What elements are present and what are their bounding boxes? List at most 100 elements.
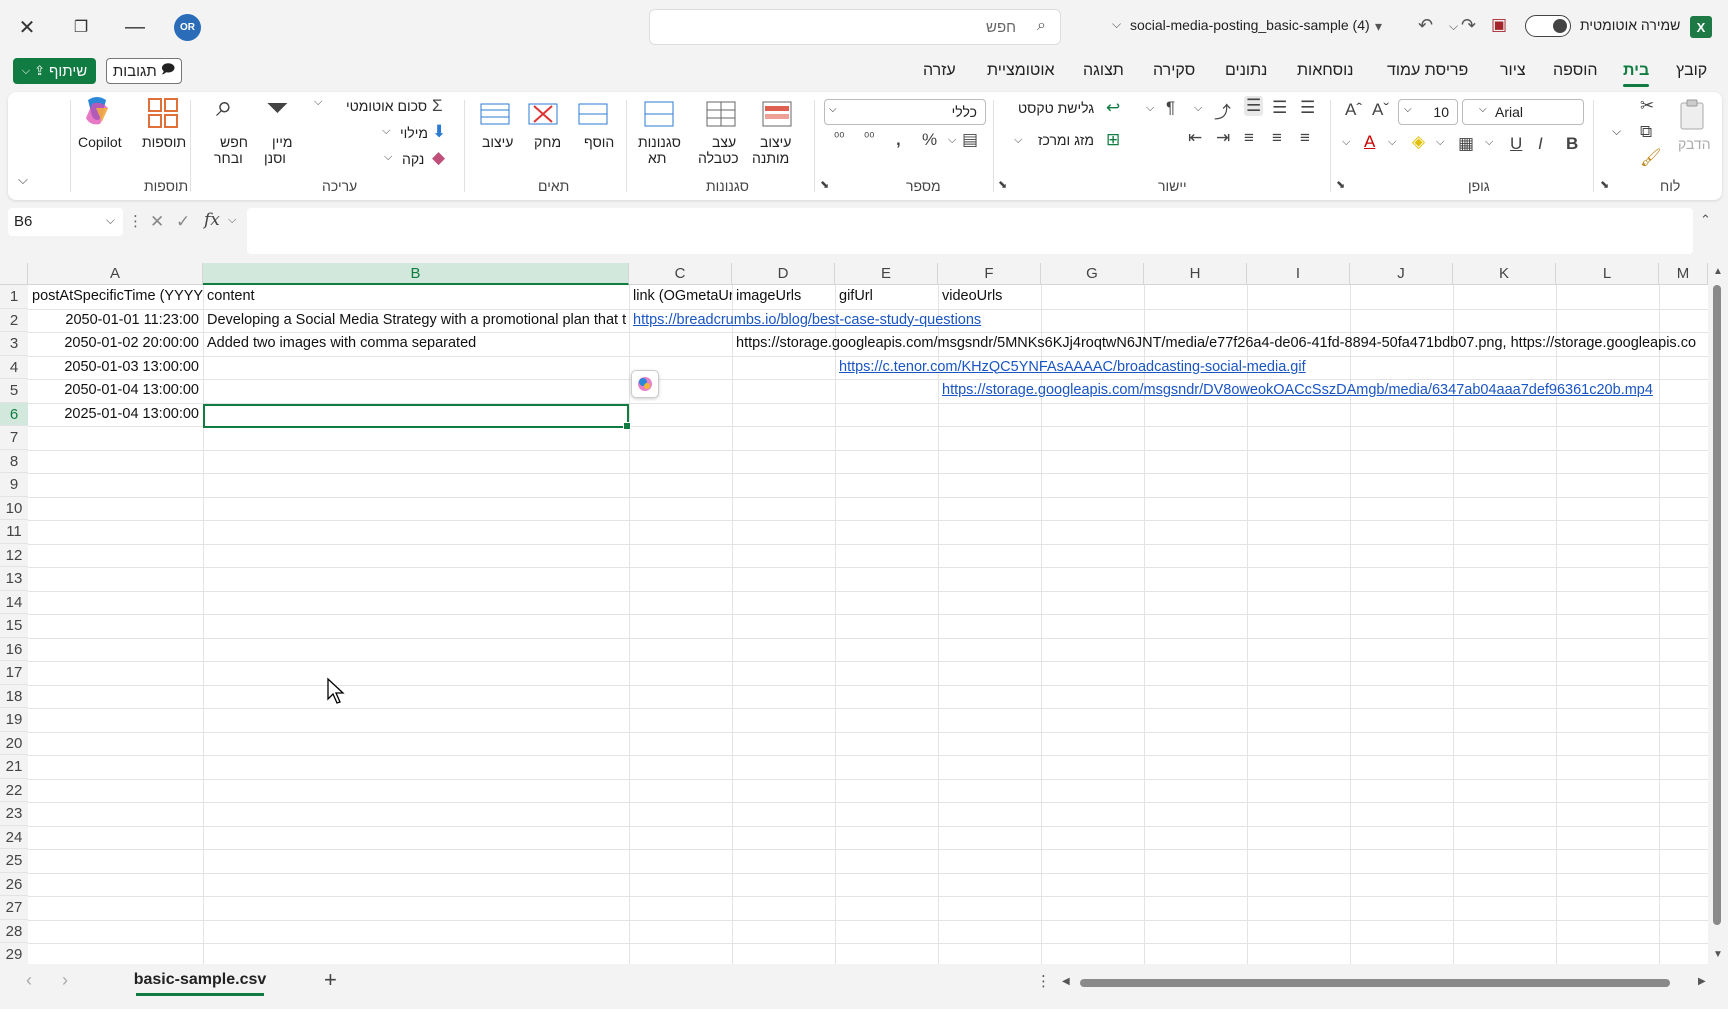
align-right-icon[interactable]: ≡ [1300,128,1310,148]
undo-icon[interactable]: ↶ [1418,15,1433,36]
number-format-select[interactable]: ⌵ כללי [824,99,986,125]
cell-c1[interactable]: link (OGmetaUr [629,285,732,308]
row-header[interactable]: 10 [0,496,28,520]
tab-file[interactable]: קובץ [1676,62,1707,80]
copy-icon[interactable]: ⧉ [1640,122,1652,142]
column-header[interactable]: I [1247,263,1350,285]
dialog-launcher-icon[interactable]: ⬊ [1336,178,1345,191]
column-header[interactable]: D [732,263,835,285]
horizontal-scroll-thumb[interactable] [1080,979,1670,987]
wrap-text-icon[interactable]: ↩ [1106,98,1120,118]
scroll-left-icon[interactable]: ◀ [1062,976,1070,987]
tab-data[interactable]: נתונים [1225,62,1267,80]
percent-icon[interactable]: % [922,130,937,150]
search-input[interactable]: חפש ⌕ [649,9,1061,45]
insert-function-icon[interactable]: fx [204,210,220,230]
accounting-format-icon[interactable]: ▤ [962,130,978,150]
chevron-down-icon[interactable]: ⌵ [948,134,956,147]
tab-draw[interactable]: ציור [1500,62,1526,80]
font-size-select[interactable]: ⌵ 10 [1398,99,1458,125]
minimize-icon[interactable]: — [118,10,152,44]
column-header[interactable]: C [629,263,732,285]
fill-label[interactable]: מילוי [400,125,428,142]
tab-formulas[interactable]: נוסחאות [1297,62,1354,80]
cell-b2[interactable]: Developing a Social Media Strategy with … [203,309,629,332]
autosum-label[interactable]: סכום אוטומטי [346,98,427,115]
column-header[interactable]: G [1041,263,1144,285]
chevron-down-icon[interactable]: ⌵ [1436,136,1444,149]
share-button[interactable]: ⌵ ⇪ שיתוף [13,58,96,84]
customize-qat-icon[interactable]: ▾ [1375,18,1382,35]
active-cell-border[interactable] [203,404,631,430]
row-header[interactable]: 18 [0,684,28,708]
row-header[interactable]: 7 [0,426,28,450]
align-bottom-icon[interactable]: ☰ [1244,96,1264,116]
row-header[interactable]: 22 [0,778,28,802]
tab-page-layout[interactable]: פריסת עמוד [1387,62,1468,80]
dialog-launcher-icon[interactable]: ⬊ [998,178,1007,191]
row-header[interactable]: 28 [0,919,28,943]
wrap-text-label[interactable]: גלישת טקסט [1018,100,1094,117]
vertical-scroll-thumb[interactable] [1713,285,1721,925]
decrease-decimal-icon[interactable]: ⁰⁰ [834,130,844,146]
cell-a1[interactable]: postAtSpecificTime (YYYY [28,285,203,308]
font-color-icon[interactable]: A [1364,132,1375,152]
row-header[interactable]: 11 [0,520,28,544]
cell-a5[interactable]: 2050-01-04 13:00:00 [28,379,203,402]
clear-icon[interactable]: ◆ [432,148,445,168]
chevron-down-icon[interactable]: ⌵ [1014,134,1022,147]
format-painter-icon[interactable]: 🖌 [1640,148,1662,168]
row-header[interactable]: 9 [0,473,28,497]
row-header[interactable]: 24 [0,825,28,849]
cell-e1[interactable]: gifUrl [835,285,938,308]
sheet-tab[interactable]: basic-sample.csv [124,964,276,998]
column-header[interactable]: A [28,263,203,285]
next-sheet-icon[interactable]: › [62,970,68,991]
text-direction-icon[interactable]: ¶ [1166,98,1175,118]
copilot-float-button[interactable] [631,370,659,398]
column-header[interactable]: H [1144,263,1247,285]
more-options-icon[interactable]: ⋮ [1036,972,1051,990]
undo-dropdown-icon[interactable]: ⌵ [1449,19,1458,34]
file-title[interactable]: social-media-posting_basic-sample (4) [1130,17,1370,33]
underline-icon[interactable]: U [1510,134,1522,154]
cell-a2[interactable]: 2050-01-01 11:23:00 [28,309,203,332]
row-header[interactable]: 14 [0,590,28,614]
row-header[interactable]: 27 [0,896,28,920]
row-header[interactable]: 20 [0,731,28,755]
cell-b1[interactable]: content [203,285,629,308]
cell-a3[interactable]: 2050-01-02 20:00:00 [28,332,203,355]
autosave-toggle[interactable] [1525,15,1571,37]
tab-insert[interactable]: הוספה [1553,62,1598,80]
column-header[interactable]: M [1659,263,1708,285]
cell-c2[interactable]: https://breadcrumbs.io/blog/best-case-st… [629,309,1708,332]
row-header[interactable]: 2 [0,308,28,332]
column-header[interactable]: L [1556,263,1659,285]
copilot-icon[interactable] [80,94,114,128]
row-header[interactable]: 1 [0,285,28,309]
align-middle-icon[interactable]: ☰ [1272,98,1287,118]
column-header[interactable]: B [203,263,629,285]
font-name-select[interactable]: ⌵ Arial [1462,99,1584,125]
column-header[interactable]: K [1453,263,1556,285]
autosum-icon[interactable]: Σ [432,96,443,116]
paste-icon[interactable] [1676,98,1710,132]
row-header[interactable]: 29 [0,943,28,964]
chevron-down-icon[interactable]: ⌵ [314,96,322,109]
row-header[interactable]: 8 [0,449,28,473]
row-header[interactable]: 3 [0,332,28,356]
chevron-down-icon[interactable]: ⌵ [1112,17,1121,32]
cut-icon[interactable]: ✂ [1640,96,1654,116]
enter-icon[interactable]: ✓ [176,212,190,232]
comments-button[interactable]: תגובות 🗩 [106,58,182,84]
fill-icon[interactable]: ⬇ [432,122,446,142]
tab-help[interactable]: עזרה [923,62,956,80]
find-icon[interactable]: ⌕ [216,90,233,124]
increase-indent-icon[interactable]: ⇥ [1216,128,1230,148]
borders-icon[interactable]: ▦ [1458,134,1474,154]
increase-decimal-icon[interactable]: ⁰⁰ [864,130,874,146]
scroll-up-icon[interactable]: ▲ [1713,266,1723,277]
merge-center-label[interactable]: מזג ומרכז [1038,132,1094,149]
row-header[interactable]: 6 [0,402,28,426]
delete-cells-icon[interactable] [526,98,560,132]
